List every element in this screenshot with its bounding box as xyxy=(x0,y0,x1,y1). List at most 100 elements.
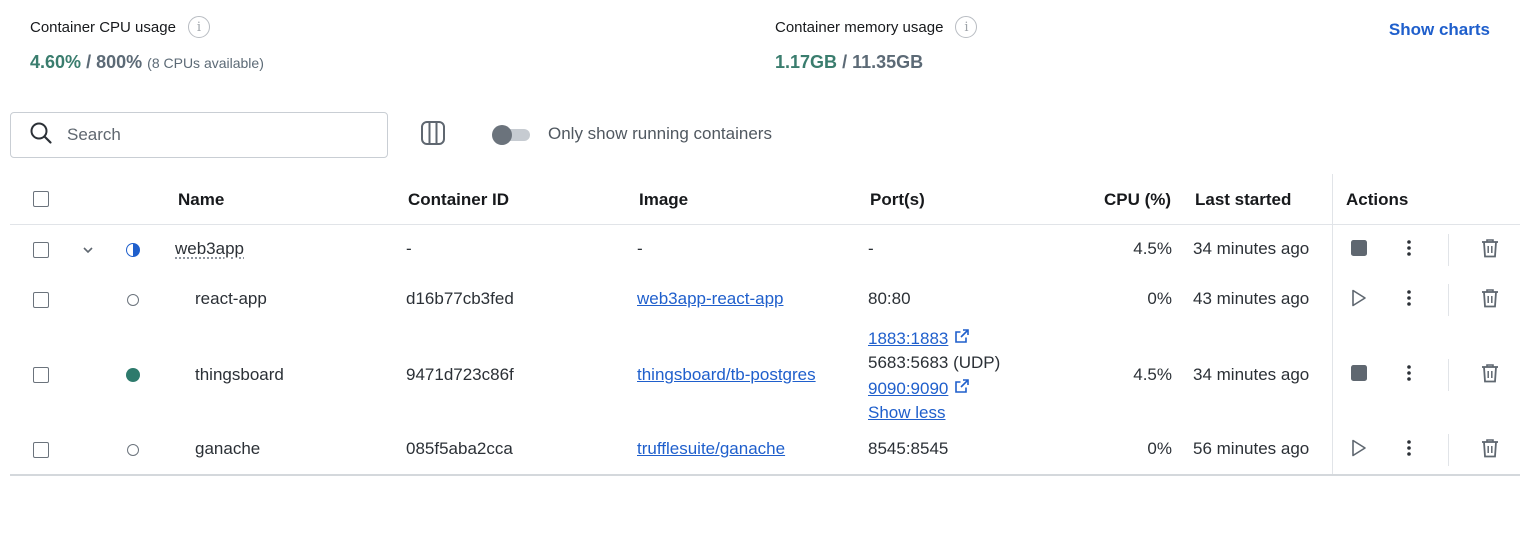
delete-button[interactable] xyxy=(1478,288,1502,312)
trash-icon xyxy=(1481,238,1499,263)
external-link-icon[interactable] xyxy=(954,378,970,399)
container-name[interactable]: thingsboard xyxy=(195,365,284,385)
delete-button[interactable] xyxy=(1478,438,1502,462)
actions-separator xyxy=(1448,359,1449,391)
column-header-ports[interactable]: Port(s) xyxy=(870,190,925,210)
column-header-container-id[interactable]: Container ID xyxy=(408,190,509,210)
more-vertical-icon xyxy=(1406,439,1412,462)
memory-usage-stat: Container memory usage i 1.17GB / 11.35G… xyxy=(775,16,978,73)
start-button[interactable] xyxy=(1347,288,1371,312)
column-header-actions: Actions xyxy=(1346,190,1409,209)
show-charts-link[interactable]: Show charts xyxy=(1389,20,1490,40)
search-input[interactable] xyxy=(67,125,367,145)
select-all-checkbox[interactable] xyxy=(33,191,49,207)
stop-button[interactable] xyxy=(1347,363,1371,387)
container-cpu: 0% xyxy=(1147,439,1172,458)
port-item: 5683:5683 (UDP) xyxy=(868,353,1001,372)
trash-icon xyxy=(1481,438,1499,463)
port-item[interactable]: 9090:9090 xyxy=(868,378,970,399)
cpu-separator: / xyxy=(86,52,92,72)
container-name[interactable]: react-app xyxy=(195,289,267,309)
container-port: 80:80 xyxy=(868,289,911,308)
table-row[interactable]: react-app d16b77cb3fed web3app-react-app… xyxy=(10,276,1520,324)
container-image-link[interactable]: trufflesuite/ganache xyxy=(637,439,785,459)
cpu-used-value: 4.60% xyxy=(30,52,82,72)
container-ports: - xyxy=(868,239,874,258)
memory-total-value: 11.35GB xyxy=(852,52,924,72)
column-header-name[interactable]: Name xyxy=(178,190,224,210)
columns-toggle-button[interactable] xyxy=(417,119,449,151)
row-checkbox[interactable] xyxy=(33,367,49,383)
table-bottom-border xyxy=(10,474,1520,476)
trash-icon xyxy=(1481,363,1499,388)
table-row[interactable]: thingsboard 9471d723c86f thingsboard/tb-… xyxy=(10,326,1520,426)
play-icon xyxy=(1351,439,1367,462)
container-id: d16b77cb3fed xyxy=(406,289,514,308)
column-header-image[interactable]: Image xyxy=(639,190,688,210)
container-last-started: 34 minutes ago xyxy=(1193,239,1310,258)
start-button[interactable] xyxy=(1347,438,1371,462)
container-name[interactable]: web3app xyxy=(175,239,244,259)
more-options-button[interactable] xyxy=(1397,363,1421,387)
actions-separator xyxy=(1448,434,1449,466)
info-icon[interactable]: i xyxy=(955,16,978,38)
chevron-down-icon[interactable] xyxy=(80,242,96,258)
actions-separator xyxy=(1448,234,1449,266)
cpu-usage-label: Container CPU usage xyxy=(30,18,176,36)
row-checkbox[interactable] xyxy=(33,442,49,458)
actions-separator xyxy=(1448,284,1449,316)
row-checkbox[interactable] xyxy=(33,292,49,308)
container-name[interactable]: ganache xyxy=(195,439,260,459)
external-link-icon[interactable] xyxy=(954,328,970,349)
stop-button[interactable] xyxy=(1347,238,1371,262)
container-port: 8545:8545 xyxy=(868,439,949,458)
toggle-knob xyxy=(492,125,512,145)
port-link[interactable]: 9090:9090 xyxy=(868,379,948,399)
container-cpu: 0% xyxy=(1147,289,1172,308)
port-link[interactable]: 1883:1883 xyxy=(868,329,948,349)
container-id: 9471d723c86f xyxy=(406,365,514,384)
delete-button[interactable] xyxy=(1478,363,1502,387)
running-only-label: Only show running containers xyxy=(548,124,772,143)
search-box[interactable] xyxy=(10,112,388,158)
table-header: Name Container ID Image Port(s) CPU (%) … xyxy=(10,174,1520,225)
port-item[interactable]: 1883:1883 xyxy=(868,328,970,349)
status-running-icon xyxy=(126,368,140,382)
more-options-button[interactable] xyxy=(1397,238,1421,262)
running-only-toggle[interactable] xyxy=(492,125,530,145)
table-row[interactable]: web3app - - - 4.5% 34 minutes ago xyxy=(10,226,1520,274)
container-image-link[interactable]: web3app-react-app xyxy=(637,289,783,309)
container-cpu: 4.5% xyxy=(1133,365,1172,384)
status-stopped-icon xyxy=(127,294,139,306)
show-less-link[interactable]: Show less xyxy=(868,403,945,423)
stop-icon xyxy=(1350,364,1368,387)
info-icon[interactable]: i xyxy=(187,16,210,38)
more-options-button[interactable] xyxy=(1397,288,1421,312)
container-id: - xyxy=(406,239,412,258)
container-id: 085f5aba2cca xyxy=(406,439,513,458)
status-partial-icon xyxy=(126,243,140,257)
search-icon xyxy=(29,121,53,150)
container-image-link[interactable]: thingsboard/tb-postgres xyxy=(637,365,816,385)
more-options-button[interactable] xyxy=(1397,438,1421,462)
delete-button[interactable] xyxy=(1478,238,1502,262)
memory-separator: / xyxy=(842,52,848,72)
container-image: - xyxy=(637,239,643,258)
more-vertical-icon xyxy=(1406,289,1412,312)
memory-used-value: 1.17GB xyxy=(775,52,838,72)
more-vertical-icon xyxy=(1406,364,1412,387)
container-last-started: 43 minutes ago xyxy=(1193,289,1310,308)
memory-usage-label: Container memory usage xyxy=(775,18,944,36)
status-stopped-icon xyxy=(127,444,139,456)
columns-icon xyxy=(419,119,447,152)
row-checkbox[interactable] xyxy=(33,242,49,258)
container-last-started: 34 minutes ago xyxy=(1193,365,1310,384)
column-header-cpu[interactable]: CPU (%) xyxy=(1104,190,1171,210)
more-vertical-icon xyxy=(1406,239,1412,262)
cpu-total-value: 800% xyxy=(96,52,143,72)
table-row[interactable]: ganache 085f5aba2cca trufflesuite/ganach… xyxy=(10,426,1520,474)
trash-icon xyxy=(1481,288,1499,313)
column-header-last-started[interactable]: Last started xyxy=(1195,190,1291,210)
cpu-available-note: (8 CPUs available) xyxy=(147,55,264,71)
container-ports-list: 1883:1883 5683:5683 (UDP) 9090:9090 Show… xyxy=(868,326,1068,426)
